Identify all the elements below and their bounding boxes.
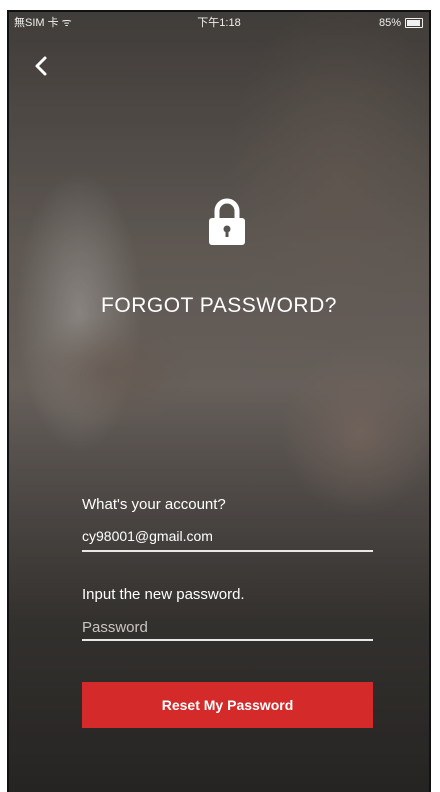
password-input[interactable] xyxy=(82,616,373,638)
password-underline xyxy=(82,639,373,641)
battery-status: 85% xyxy=(379,12,423,34)
back-button[interactable] xyxy=(29,54,53,78)
battery-percent: 85% xyxy=(378,17,401,29)
account-value[interactable]: cy98001@gmail.com xyxy=(82,528,213,544)
page-title: FORGOT PASSWORD? xyxy=(101,294,337,317)
app-screen: 無SIM 卡 ᯤ 下午1:18 85% FORGOT PASSWORD? Wha… xyxy=(7,10,431,792)
status-bar: 無SIM 卡 ᯤ 下午1:18 85% xyxy=(9,12,429,34)
account-label: What's your account? xyxy=(82,496,226,513)
password-label: Input the new password. xyxy=(82,586,245,603)
chevron-left-icon xyxy=(35,56,47,76)
reset-password-button[interactable]: Reset My Password xyxy=(82,682,373,728)
battery-icon xyxy=(405,18,423,28)
account-underline xyxy=(82,550,373,552)
background-photo xyxy=(9,12,429,792)
clock-time: 下午1:18 xyxy=(197,17,241,29)
lock-icon xyxy=(207,198,247,246)
